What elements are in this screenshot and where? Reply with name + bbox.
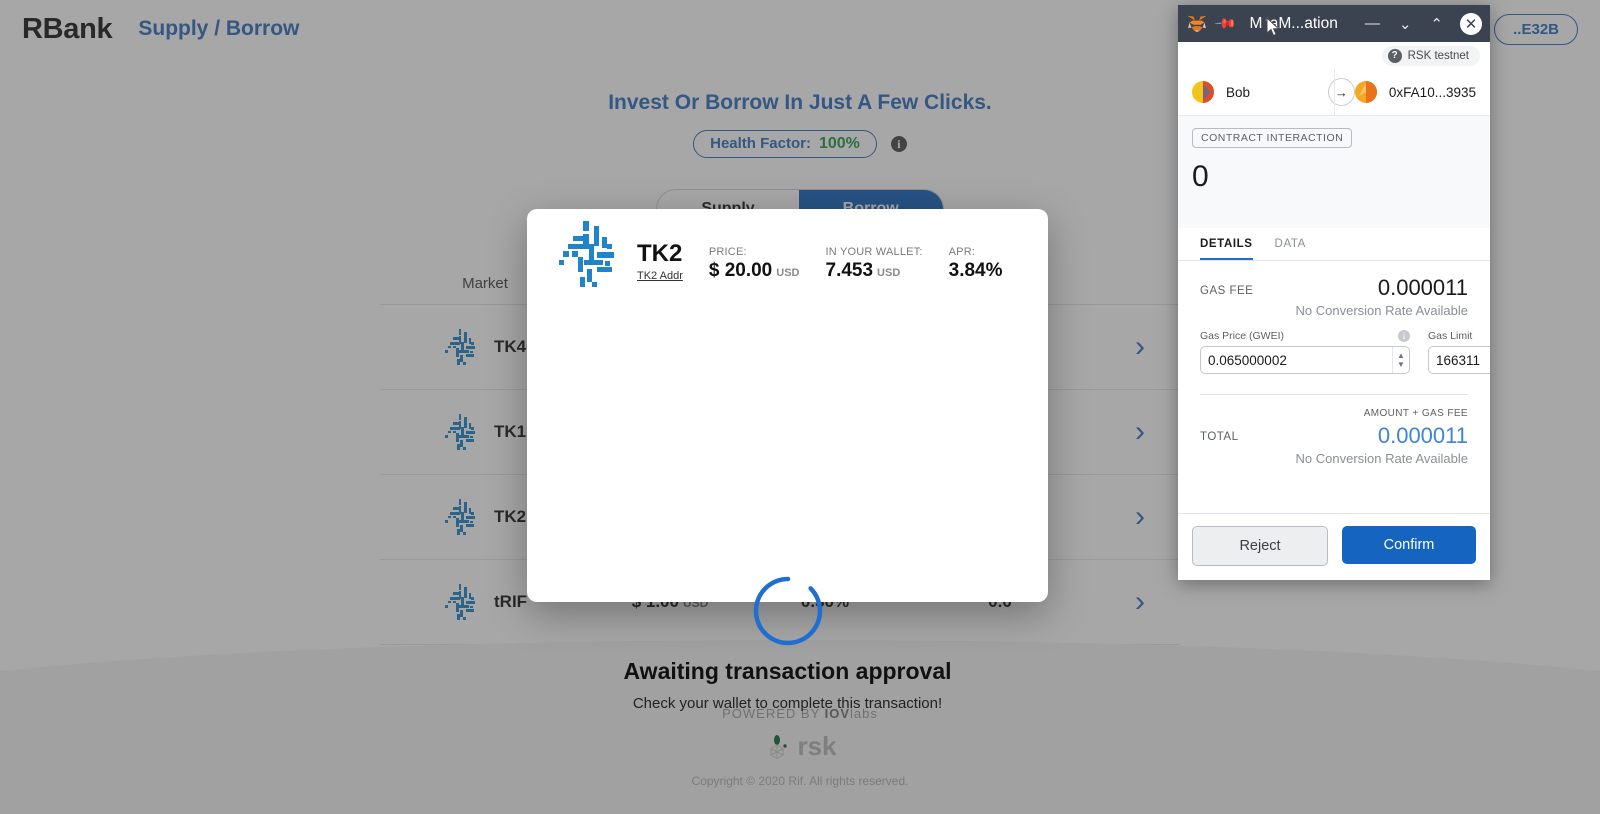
gas-fee-label: GAS FEE xyxy=(1200,285,1254,297)
gas-fields: Gas Price (GWEI) i ▲▼ Gas Limit i xyxy=(1200,330,1490,374)
mouse-cursor xyxy=(1266,17,1280,37)
total-row: TOTAL 0.000011 xyxy=(1200,423,1468,449)
network-label: RSK testnet xyxy=(1407,49,1469,62)
price-label: PRICE: xyxy=(708,246,747,259)
info-icon[interactable]: i xyxy=(1398,330,1410,342)
modal-subtitle: Check your wallet to complete this trans… xyxy=(632,695,943,712)
metamask-tabs: DETAILS DATA xyxy=(1178,228,1490,261)
price-block: PRICE: $ 20.00 USD xyxy=(709,246,800,282)
metamask-fox-icon xyxy=(1187,15,1207,32)
screen: RBank Supply / Borrow ..E32B Invest Or B… xyxy=(0,0,1600,814)
total-caption-row: AMOUNT + GAS FEE xyxy=(1200,403,1468,421)
gas-limit-input[interactable] xyxy=(1429,347,1490,373)
apr-block: APR: 3.84% xyxy=(949,246,1003,282)
tab-details[interactable]: DETAILS xyxy=(1200,228,1253,260)
apr-label: APR: xyxy=(948,246,976,259)
wallet-block: IN YOUR WALLET: 7.453 USD xyxy=(826,246,923,282)
token-identity: TK2 TK2 Addr xyxy=(637,241,683,282)
metamask-notification-window: 📌 M taM...ation ― ⌄ ⌃ ✕ ? RSK testnet Bo… xyxy=(1178,5,1490,580)
gas-limit-input-wrap[interactable]: ▲▼ xyxy=(1428,346,1490,374)
gas-price-label: Gas Price (GWEI) xyxy=(1200,330,1285,342)
gas-fee-value: 0.000011 xyxy=(1377,275,1468,300)
network-row: ? RSK testnet xyxy=(1178,42,1490,69)
details-panel: GAS FEE 0.000011 No Conversion Rate Avai… xyxy=(1178,261,1490,513)
transaction-summary: CONTRACT INTERACTION 0 xyxy=(1178,116,1490,228)
gas-price-label-row: Gas Price (GWEI) i xyxy=(1200,330,1410,342)
chevron-down-icon[interactable]: ⌄ xyxy=(1394,15,1417,33)
apr-value: 3.84% xyxy=(948,260,1003,282)
from-account-name: Bob xyxy=(1226,84,1251,100)
modal-header: TK2 TK2 Addr PRICE: $ 20.00 USD IN YOUR W… xyxy=(527,209,1048,287)
tab-data[interactable]: DATA xyxy=(1275,228,1306,260)
gas-limit-field: Gas Limit i ▲▼ xyxy=(1428,330,1490,374)
stepper-updown-icon[interactable]: ▲ ▼ xyxy=(1392,347,1409,373)
help-circle-icon: ? xyxy=(1387,48,1402,63)
gas-fee-note: No Conversion Rate Available xyxy=(1295,303,1468,318)
total-label: TOTAL xyxy=(1200,431,1239,443)
modal-title: Awaiting transaction approval xyxy=(623,658,952,684)
transaction-amount: 0 xyxy=(1192,160,1209,193)
account-avatar-from xyxy=(1192,81,1214,103)
gas-limit-label-row: Gas Limit i xyxy=(1428,330,1490,342)
gas-limit-label: Gas Limit xyxy=(1428,330,1473,342)
gas-price-input[interactable] xyxy=(1201,347,1392,373)
price-value: $ 20.00 USD xyxy=(708,260,800,282)
close-icon[interactable]: ✕ xyxy=(1460,12,1482,35)
chevron-up-icon[interactable]: ⌃ xyxy=(1425,15,1448,33)
from-account[interactable]: Bob xyxy=(1192,81,1328,103)
accounts-row: Bob → 0xFA10...3935 xyxy=(1178,69,1490,116)
to-account-address: 0xFA10...3935 xyxy=(1388,84,1476,100)
reject-button[interactable]: Reject xyxy=(1192,526,1328,566)
wallet-label: IN YOUR WALLET: xyxy=(825,246,923,259)
pin-icon[interactable]: 📌 xyxy=(1214,11,1238,35)
network-badge[interactable]: ? RSK testnet xyxy=(1381,45,1480,66)
contract-interaction-badge: CONTRACT INTERACTION xyxy=(1192,128,1353,148)
gas-price-field: Gas Price (GWEI) i ▲▼ xyxy=(1200,330,1410,374)
window-titlebar[interactable]: 📌 M taM...ation ― ⌄ ⌃ ✕ xyxy=(1178,5,1490,42)
gas-price-input-wrap[interactable]: ▲▼ xyxy=(1200,346,1410,374)
divider xyxy=(1200,394,1468,395)
gas-fee-row: GAS FEE 0.000011 xyxy=(1200,275,1468,301)
total-value: 0.000011 xyxy=(1377,423,1468,448)
collapse-icon[interactable]: ― xyxy=(1360,15,1385,32)
window-title: M taM...ation xyxy=(1249,14,1338,32)
token-mosaic-icon xyxy=(553,221,619,287)
loading-spinner-icon xyxy=(751,574,825,648)
amount-plus-gas-caption: AMOUNT + GAS FEE xyxy=(1363,408,1468,419)
gas-fee-values: 0.000011 xyxy=(1378,275,1468,301)
wallet-value: 7.453 USD xyxy=(825,260,901,282)
account-avatar-to xyxy=(1354,81,1377,103)
to-account[interactable]: 0xFA10...3935 xyxy=(1354,81,1476,103)
arrow-right-icon: → xyxy=(1327,78,1355,106)
accounts-divider xyxy=(1334,69,1335,115)
total-note: No Conversion Rate Available xyxy=(1295,451,1468,466)
token-symbol: TK2 xyxy=(637,240,683,267)
token-summary: TK2 TK2 Addr PRICE: $ 20.00 USD IN YOUR W… xyxy=(637,221,1003,282)
metamask-body: ? RSK testnet Bob → 0xFA10...3935 CONTRA… xyxy=(1178,42,1490,580)
token-address-link[interactable]: TK2 Addr xyxy=(637,270,683,282)
awaiting-approval-modal: TK2 TK2 Addr PRICE: $ 20.00 USD IN YOUR W… xyxy=(527,209,1048,712)
metamask-actions: Reject Confirm xyxy=(1178,513,1490,580)
confirm-button[interactable]: Confirm xyxy=(1342,526,1476,564)
